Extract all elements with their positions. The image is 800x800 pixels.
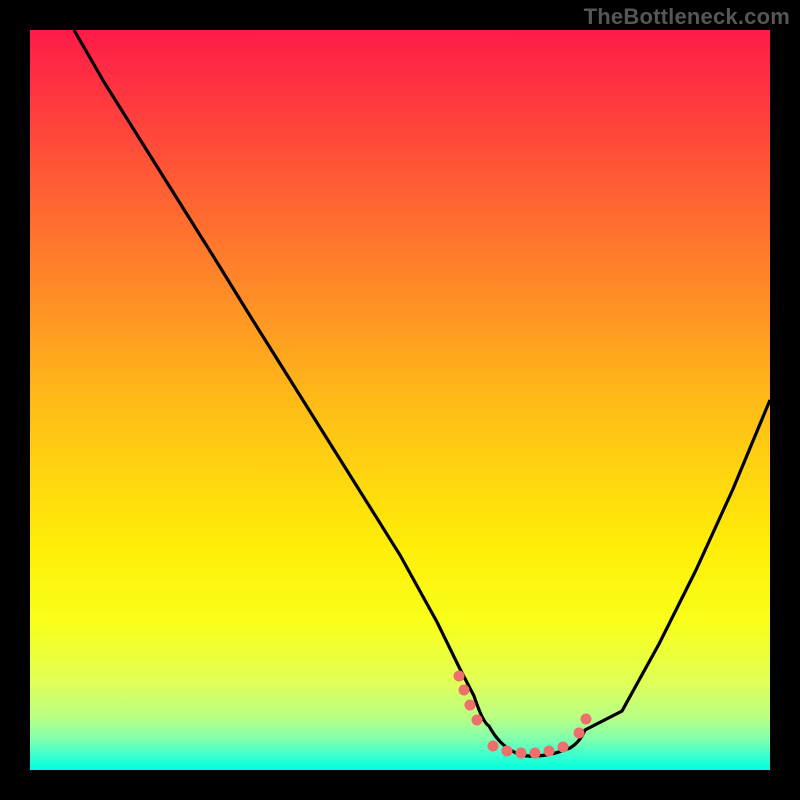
chart-frame: TheBottleneck.com xyxy=(0,0,800,800)
plot-area xyxy=(30,30,770,770)
watermark-text: TheBottleneck.com xyxy=(584,4,790,30)
bottleneck-curve xyxy=(30,30,770,770)
optimal-range-right-markers xyxy=(574,714,592,739)
optimal-range-left-markers xyxy=(454,671,483,726)
curve-path xyxy=(74,30,770,756)
